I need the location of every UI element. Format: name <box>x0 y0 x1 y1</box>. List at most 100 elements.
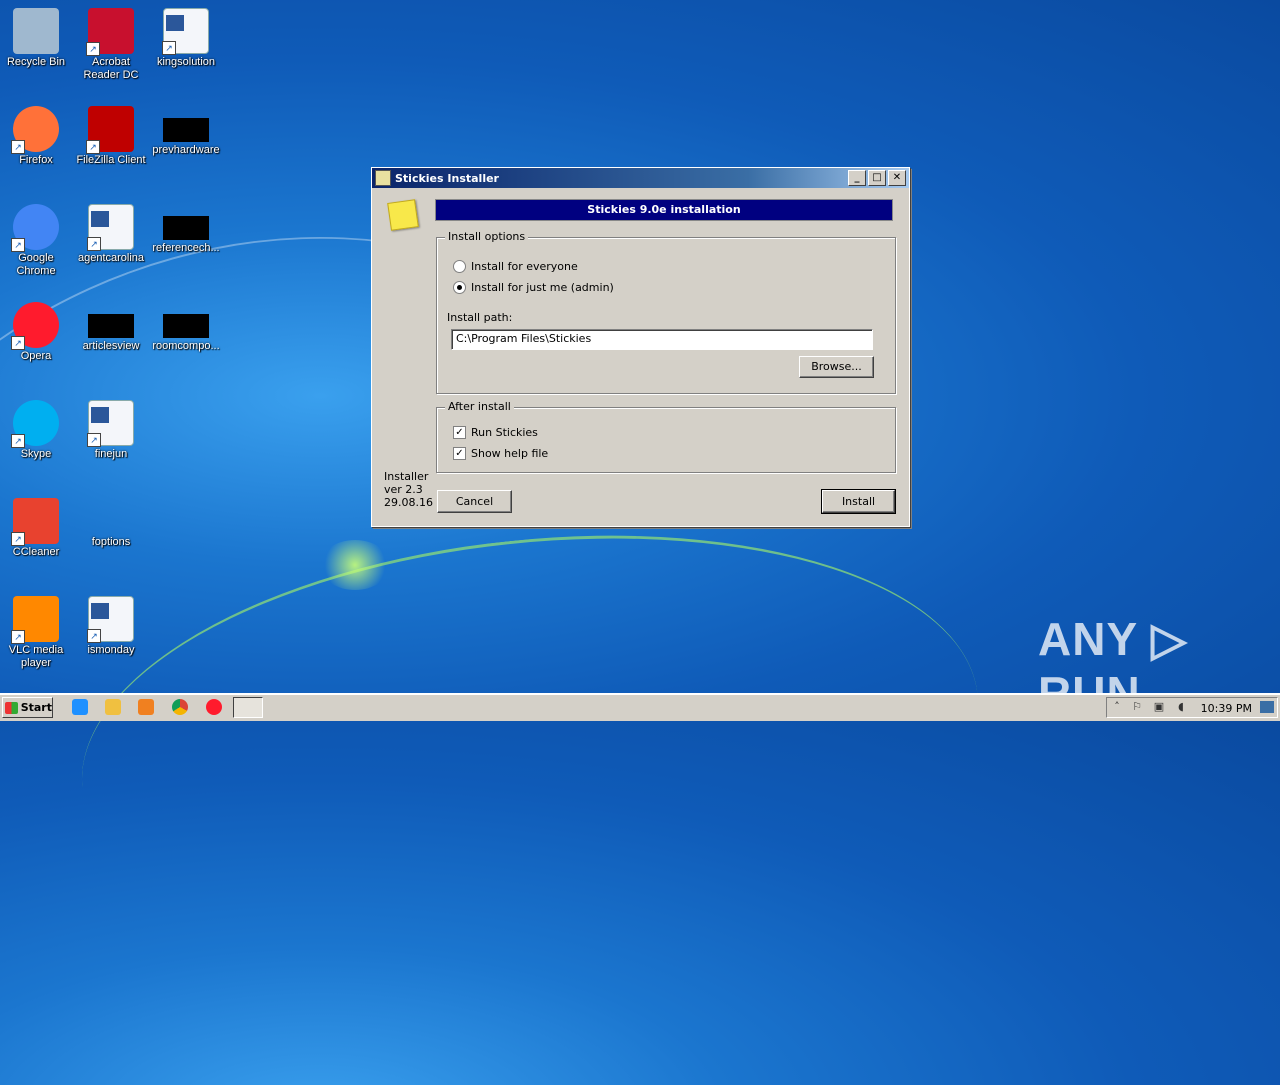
radio-install-just-me[interactable]: Install for just me (admin) <box>453 281 614 294</box>
opera-icon[interactable] <box>206 699 222 715</box>
desktop-icon-label: CCleaner <box>12 546 60 558</box>
desktop-icon[interactable]: referencech... <box>149 198 223 255</box>
acrobat-icon: ↗ <box>86 8 134 56</box>
desktop-icon[interactable]: ↗ VLC media player <box>0 590 73 670</box>
minimize-button[interactable]: _ <box>848 170 866 186</box>
radio-install-everyone[interactable]: Install for everyone <box>453 260 578 273</box>
media-player-icon[interactable] <box>138 699 154 715</box>
blank-thumbnail-icon <box>88 314 134 338</box>
start-button[interactable]: Start <box>2 697 53 718</box>
radio-everyone-circle[interactable] <box>453 260 466 273</box>
desktop-icon-label: articlesview <box>82 340 140 352</box>
desktop-icon-label: Skype <box>20 448 52 460</box>
after-install-legend: After install <box>445 400 514 413</box>
desktop-icon[interactable]: ↗ Acrobat Reader DC <box>74 2 148 82</box>
desktop-icon[interactable]: ↗ Opera <box>0 296 73 363</box>
word-badge-icon <box>166 15 184 31</box>
start-label: Start <box>20 701 52 714</box>
taskbar: Start ˄ ⚐ ▣ ◖ 10:39 PM <box>0 693 1280 721</box>
shortcut-arrow-icon: ↗ <box>86 140 100 154</box>
desktop-icon[interactable]: ↗ kingsolution <box>149 2 223 69</box>
ccleaner-icon: ↗ <box>11 498 59 546</box>
desktop-icon[interactable]: ↗ agentcarolina <box>74 198 148 265</box>
blank-thumbnail-icon <box>163 314 209 338</box>
desktop-icon[interactable]: ↗ Skype <box>0 394 73 461</box>
chrome-icon[interactable] <box>172 699 188 715</box>
ie-icon[interactable] <box>72 699 88 715</box>
desktop-icon-label: Firefox <box>19 154 53 166</box>
shortcut-arrow-icon: ↗ <box>11 532 25 546</box>
browse-button[interactable]: Browse... <box>799 356 874 378</box>
desktop-icon[interactable]: ↗ FileZilla Client <box>74 100 148 167</box>
show-hidden-icons-icon[interactable]: ˄ <box>1111 701 1123 713</box>
desktop-icon[interactable]: ↗ Google Chrome <box>0 198 73 278</box>
filezilla-icon: ↗ <box>86 106 134 154</box>
after-install-group: After install ✓ Run Stickies ✓ Show help… <box>436 400 896 473</box>
desktop-icon[interactable]: Recycle Bin <box>0 2 73 69</box>
desktop-icon-label: agentcarolina <box>77 252 145 264</box>
close-button[interactable]: ✕ <box>888 170 906 186</box>
install-path-label: Install path: <box>447 311 513 324</box>
checkbox-help-box[interactable]: ✓ <box>453 447 466 460</box>
taskbar-stickies-installer[interactable] <box>233 697 263 718</box>
cancel-button[interactable]: Cancel <box>437 490 512 513</box>
desktop-icon[interactable]: ↗ finejun <box>74 394 148 461</box>
desktop-icon[interactable]: foptions <box>74 492 148 549</box>
skype-icon: ↗ <box>11 400 59 448</box>
word-badge-icon <box>91 407 109 423</box>
desktop-icon-label: Google Chrome <box>16 252 56 277</box>
word-doc-icon: ↗ <box>87 204 134 251</box>
desktop-icon-label: Opera <box>20 350 52 362</box>
blank-thumbnail-icon <box>88 510 134 534</box>
desktop-icon[interactable]: articlesview <box>74 296 148 353</box>
desktop-icon[interactable]: ↗ Firefox <box>0 100 73 167</box>
wallpaper-glow <box>320 540 390 590</box>
desktop-icon-label: referencech... <box>152 242 220 254</box>
shortcut-arrow-icon: ↗ <box>11 140 25 154</box>
desktop-icon[interactable]: roomcompo... <box>149 296 223 353</box>
desktop-icon-label: Acrobat Reader DC <box>83 56 139 81</box>
action-center-flag-icon[interactable]: ⚐ <box>1131 701 1143 713</box>
clock[interactable]: 10:39 PM <box>1201 702 1252 715</box>
maximize-button[interactable]: □ <box>868 170 886 186</box>
network-icon[interactable]: ▣ <box>1153 701 1165 713</box>
install-banner: Stickies 9.0e installation <box>435 199 893 221</box>
shortcut-arrow-icon: ↗ <box>11 630 25 644</box>
show-desktop-icon[interactable] <box>1260 701 1274 713</box>
explorer-icon[interactable] <box>105 699 121 715</box>
install-path-input[interactable]: C:\Program Files\Stickies <box>451 329 873 350</box>
volume-icon[interactable]: ◖ <box>1175 701 1187 713</box>
stickies-app-icon <box>375 170 391 186</box>
installer-version-info: Installer ver 2.3 29.08.16 <box>384 470 433 509</box>
desktop-icon-label: FileZilla Client <box>76 154 146 166</box>
dialog-titlebar[interactable]: Stickies Installer _ □ ✕ <box>372 168 909 188</box>
word-badge-icon <box>91 603 109 619</box>
word-doc-icon: ↗ <box>87 400 134 447</box>
desktop-icon-label: prevhardware <box>152 144 220 156</box>
checkbox-show-help[interactable]: ✓ Show help file <box>453 447 548 460</box>
desktop-icon[interactable]: ↗ ismonday <box>74 590 148 657</box>
desktop-icon-label: kingsolution <box>156 56 216 68</box>
install-button[interactable]: Install <box>821 489 896 514</box>
desktop-icon[interactable]: ↗ CCleaner <box>0 492 73 559</box>
shortcut-arrow-icon: ↗ <box>11 238 25 252</box>
blank-thumbnail-icon <box>163 216 209 240</box>
shortcut-arrow-icon: ↗ <box>11 336 25 350</box>
blank-thumbnail-icon <box>163 118 209 142</box>
system-tray: ˄ ⚐ ▣ ◖ 10:39 PM <box>1106 697 1278 718</box>
checkbox-run-label: Run Stickies <box>471 426 538 439</box>
radio-everyone-label: Install for everyone <box>471 260 578 273</box>
radio-just-me-circle[interactable] <box>453 281 466 294</box>
chrome-icon: ↗ <box>11 204 59 252</box>
checkbox-run-box[interactable]: ✓ <box>453 426 466 439</box>
checkbox-run-stickies[interactable]: ✓ Run Stickies <box>453 426 538 439</box>
desktop-icon-label: Recycle Bin <box>6 56 66 68</box>
shortcut-arrow-icon: ↗ <box>87 237 101 251</box>
firefox-icon: ↗ <box>11 106 59 154</box>
word-badge-icon <box>91 211 109 227</box>
desktop-icon-label: VLC media player <box>8 644 64 669</box>
install-options-legend: Install options <box>445 230 529 243</box>
version-line: Installer <box>384 470 429 483</box>
opera-icon: ↗ <box>11 302 59 350</box>
desktop-icon[interactable]: prevhardware <box>149 100 223 157</box>
